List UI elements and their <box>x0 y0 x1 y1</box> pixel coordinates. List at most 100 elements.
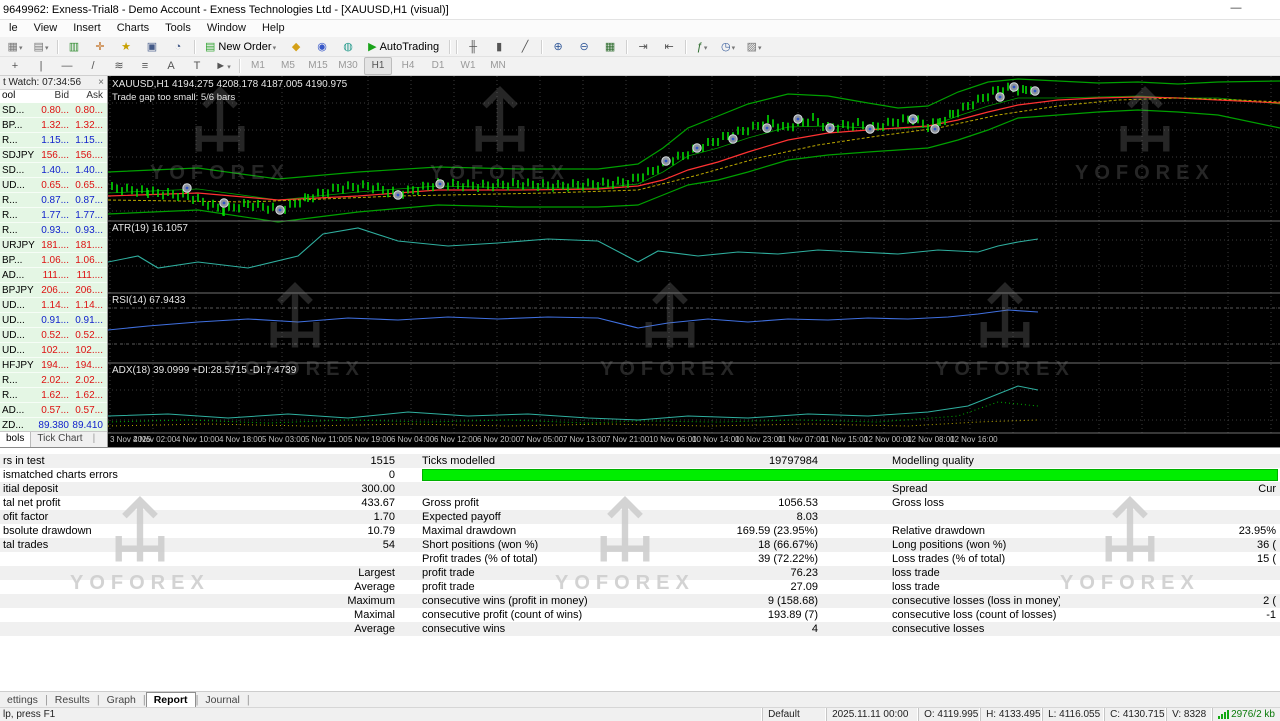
market-watch-row[interactable]: AD... 111.... 111.... <box>0 268 107 283</box>
market-watch-row[interactable]: UD... 1.14... 1.14... <box>0 298 107 313</box>
column-symbol[interactable]: ool <box>0 90 38 104</box>
report-row: Average profit trade 27.09 loss trade <box>0 580 1280 594</box>
metaeditor-button[interactable]: ◆ <box>284 38 308 56</box>
periods-button[interactable]: ◷▾ <box>716 38 740 56</box>
timeframe-m15[interactable]: M15 <box>304 57 332 75</box>
autotrading-button[interactable]: ▶ AutoTrading <box>362 38 445 56</box>
market-watch-row[interactable]: BPJPY 206.... 206.... <box>0 283 107 298</box>
chart-shift-button[interactable]: ⇥ <box>631 38 655 56</box>
time-axis-label: 10 Nov 23:00 <box>735 435 783 444</box>
tab-ettings[interactable]: ettings <box>0 693 45 708</box>
status-bar-time[interactable]: 2025.11.11 00:00 <box>826 708 918 721</box>
market-watch-row[interactable]: BP... 1.32... 1.32... <box>0 118 107 133</box>
timeframe-m1[interactable]: M1 <box>244 57 272 75</box>
market-watch-row[interactable]: ZD... 89.380 89.410 <box>0 418 107 432</box>
menu-view[interactable]: View <box>26 20 66 37</box>
tab-graph[interactable]: Graph <box>100 693 143 708</box>
status-low[interactable]: L: 4116.055 <box>1042 708 1104 721</box>
tile-windows-button[interactable]: ▦ <box>598 38 622 56</box>
report-value-3 <box>1060 622 1278 636</box>
market-watch-row[interactable]: HFJPY 194.... 194.... <box>0 358 107 373</box>
status-profile[interactable]: Default <box>762 708 826 721</box>
experts-button[interactable]: ◉ <box>310 38 334 56</box>
market-watch-row[interactable]: SD... 0.80... 0.80... <box>0 103 107 118</box>
market-watch-row[interactable]: SD... 1.40... 1.40... <box>0 163 107 178</box>
symbol-name: UD... <box>2 329 25 341</box>
timeframe-w1[interactable]: W1 <box>454 57 482 75</box>
auto-scroll-button[interactable]: ⇤ <box>657 38 681 56</box>
market-watch-row[interactable]: UD... 0.91... 0.91... <box>0 313 107 328</box>
text-tool[interactable]: A <box>159 57 183 75</box>
market-watch-row[interactable]: UD... 0.65... 0.65... <box>0 178 107 193</box>
vertical-line-tool[interactable]: | <box>29 57 53 75</box>
trendline-tool[interactable]: / <box>81 57 105 75</box>
profiles-button[interactable]: ▤▾ <box>29 38 53 56</box>
ask-price: 111.... <box>76 269 103 281</box>
tab-results[interactable]: Results <box>48 693 97 708</box>
indicators-button[interactable]: ƒ▾ <box>690 38 714 56</box>
market-watch-row[interactable]: R... 1.62... 1.62... <box>0 388 107 403</box>
menu-insert[interactable]: Insert <box>65 20 109 37</box>
horizontal-line-tool[interactable]: — <box>55 57 79 75</box>
strategy-tester-toggle-button[interactable]: ◔ <box>166 38 190 56</box>
candlestick-chart-button[interactable]: ▮ <box>487 38 511 56</box>
column-ask[interactable]: Ask <box>72 90 106 104</box>
crosshair-tool[interactable]: + <box>3 57 27 75</box>
minimize-button[interactable]: — <box>1222 1 1250 18</box>
status-high[interactable]: H: 4133.495 <box>980 708 1042 721</box>
terminal-toggle-button[interactable]: ▣ <box>140 38 164 56</box>
new-order-button[interactable]: ▤ New Order▾ <box>199 38 282 56</box>
zoom-out-button[interactable]: ⊖ <box>572 38 596 56</box>
timeframe-h4[interactable]: H4 <box>394 57 422 75</box>
menu-le[interactable]: le <box>1 20 26 37</box>
market-watch-toggle-button[interactable]: ▥ <box>62 38 86 56</box>
timeframe-h1[interactable]: H1 <box>364 57 392 75</box>
navigator-toggle-button[interactable]: ★ <box>114 38 138 56</box>
periods-icon: ◷ <box>721 40 731 53</box>
market-watch-tab-tickchart[interactable]: Tick Chart <box>31 432 88 447</box>
menu-window[interactable]: Window <box>199 20 254 37</box>
timeframe-m5[interactable]: M5 <box>274 57 302 75</box>
market-watch-row[interactable]: AD... 0.57... 0.57... <box>0 403 107 418</box>
new-chart-button[interactable]: ▦▾ <box>3 38 27 56</box>
market-watch-tab-bols[interactable]: bols <box>0 432 32 447</box>
market-watch-row[interactable]: UD... 102.... 102.... <box>0 343 107 358</box>
equidistant-channel-tool[interactable]: ≡ <box>133 57 157 75</box>
arrow-objects-tool[interactable]: ►▾ <box>211 57 235 75</box>
market-watch-row[interactable]: R... 1.77... 1.77... <box>0 208 107 223</box>
market-watch-row[interactable]: R... 1.15... 1.15... <box>0 133 107 148</box>
menu-help[interactable]: Help <box>254 20 293 37</box>
line-chart-button[interactable]: ╱ <box>513 38 537 56</box>
community-button[interactable]: ◍ <box>336 38 360 56</box>
market-watch-row[interactable]: BP... 1.06... 1.06... <box>0 253 107 268</box>
templates-button[interactable]: ▨▾ <box>742 38 766 56</box>
chart-window[interactable]: XAUUSD,H1 4194.275 4208.178 4187.005 419… <box>108 76 1280 447</box>
menu-charts[interactable]: Charts <box>109 20 157 37</box>
status-open[interactable]: O: 4119.995 <box>918 708 980 721</box>
status-close[interactable]: C: 4130.715 <box>1104 708 1166 721</box>
zoom-in-button[interactable]: ⊕ <box>546 38 570 56</box>
timeframe-mn[interactable]: MN <box>484 57 512 75</box>
market-watch-row[interactable]: R... 2.02... 2.02... <box>0 373 107 388</box>
data-window-toggle-button[interactable]: ✛ <box>88 38 112 56</box>
market-watch-row[interactable]: SDJPY 156.... 156.... <box>0 148 107 163</box>
market-watch-row[interactable]: R... 0.87... 0.87... <box>0 193 107 208</box>
column-bid[interactable]: Bid <box>38 90 72 104</box>
menu-tools[interactable]: Tools <box>157 20 199 37</box>
status-volume[interactable]: V: 8328 <box>1166 708 1212 721</box>
market-watch-row[interactable]: URJPY 181.... 181.... <box>0 238 107 253</box>
tab-report[interactable]: Report <box>145 692 196 708</box>
ask-price: 0.65... <box>75 179 103 191</box>
bar-chart-button[interactable]: ╫ <box>461 38 485 56</box>
market-watch-row[interactable]: UD... 0.52... 0.52... <box>0 328 107 343</box>
timeframe-m30[interactable]: M30 <box>334 57 362 75</box>
close-icon[interactable]: × <box>98 77 104 88</box>
symbol-name: R... <box>2 209 18 221</box>
text-label-tool[interactable]: T <box>185 57 209 75</box>
chart-canvas[interactable] <box>108 76 1280 447</box>
tester-tab-bar: ettings | Results | Graph | Report | Journal | <box>0 691 1280 708</box>
tab-journal[interactable]: Journal <box>198 693 246 708</box>
market-watch-row[interactable]: R... 0.93... 0.93... <box>0 223 107 238</box>
timeframe-d1[interactable]: D1 <box>424 57 452 75</box>
fibonacci-tool[interactable]: ≋ <box>107 57 131 75</box>
